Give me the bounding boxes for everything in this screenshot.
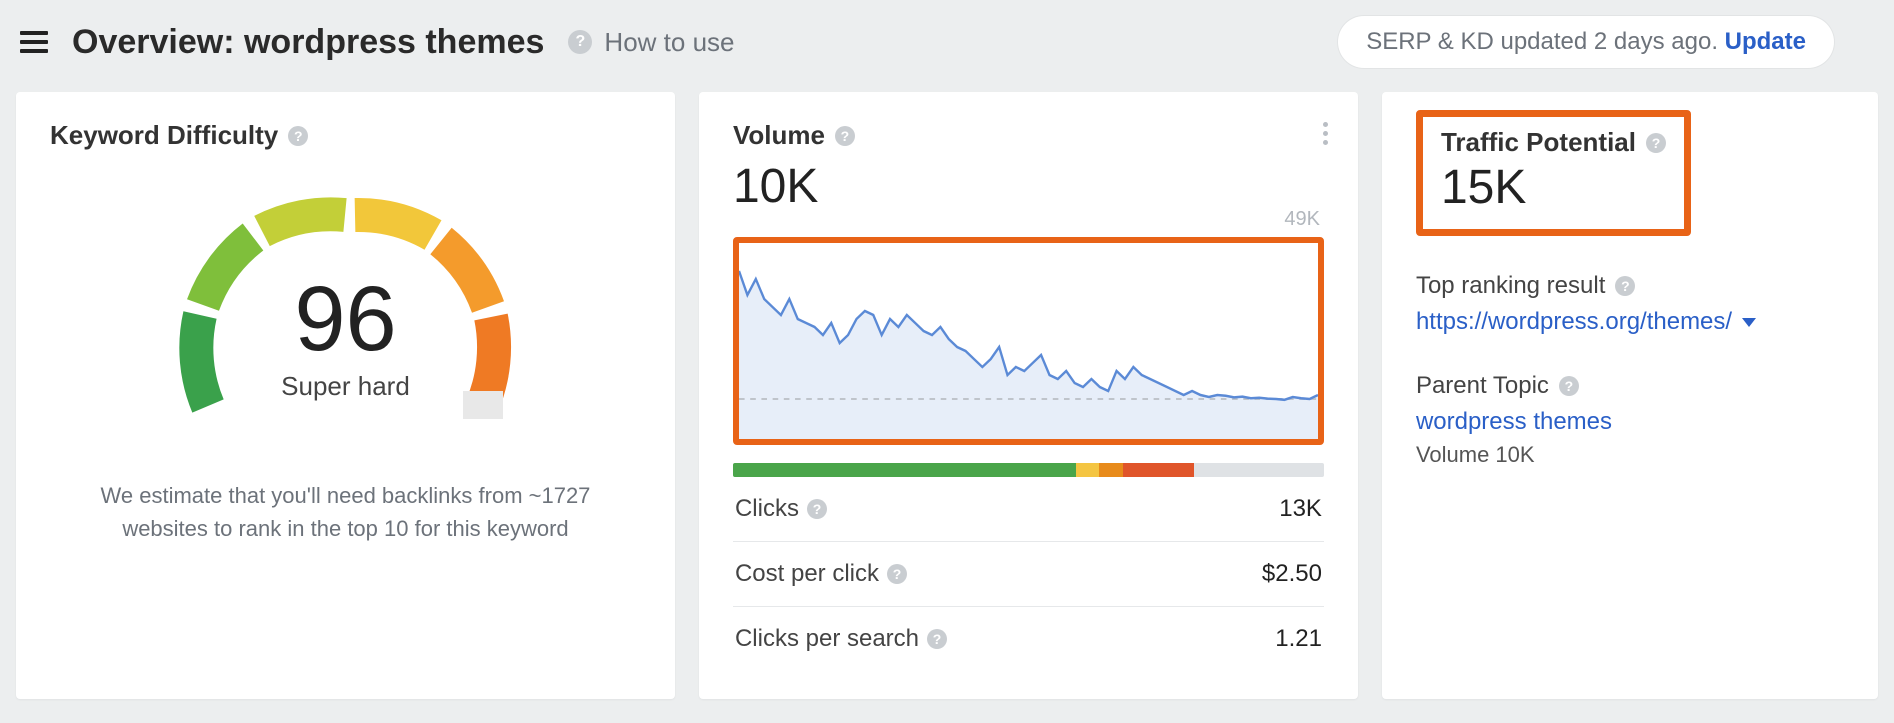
stat-row-clicks: Clicks ? 13K bbox=[733, 477, 1324, 542]
help-icon[interactable]: ? bbox=[568, 30, 592, 54]
tp-title: Traffic Potential bbox=[1441, 127, 1636, 158]
keyword-difficulty-card: Keyword Difficulty ? 96 Super hard W bbox=[16, 92, 675, 699]
update-link[interactable]: Update bbox=[1725, 28, 1806, 55]
cps-value: 1.21 bbox=[1275, 625, 1322, 653]
top-result-label: Top ranking result bbox=[1416, 272, 1605, 300]
kd-title: Keyword Difficulty bbox=[50, 120, 278, 151]
menu-icon[interactable] bbox=[20, 31, 48, 53]
kd-description: We estimate that you'll need backlinks f… bbox=[50, 479, 641, 545]
how-to-link[interactable]: How to use bbox=[604, 27, 734, 58]
kd-score-label: Super hard bbox=[145, 371, 545, 402]
volume-max-label: 49K bbox=[733, 208, 1324, 231]
traffic-potential-card: Traffic Potential ? 15K Top ranking resu… bbox=[1382, 92, 1878, 699]
volume-card: Volume ? 10K 49K Clicks ? 13K Cost per c… bbox=[699, 92, 1358, 699]
help-icon[interactable]: ? bbox=[1559, 376, 1579, 396]
kd-score: 96 bbox=[145, 267, 545, 372]
kd-gauge: 96 Super hard bbox=[145, 175, 545, 435]
help-icon[interactable]: ? bbox=[927, 629, 947, 649]
volume-trend-chart bbox=[733, 237, 1324, 445]
cpc-value: $2.50 bbox=[1262, 560, 1322, 588]
help-icon[interactable]: ? bbox=[835, 126, 855, 146]
stat-row-cpc: Cost per click ? $2.50 bbox=[733, 542, 1324, 607]
update-status-text: SERP & KD updated 2 days ago. bbox=[1366, 28, 1724, 55]
parent-topic-link[interactable]: wordpress themes bbox=[1416, 408, 1612, 436]
volume-value: 10K bbox=[733, 159, 1324, 214]
chevron-down-icon[interactable] bbox=[1742, 318, 1756, 327]
help-icon[interactable]: ? bbox=[1615, 276, 1635, 296]
stat-row-cps: Clicks per search ? 1.21 bbox=[733, 607, 1324, 671]
traffic-potential-highlight: Traffic Potential ? 15K bbox=[1416, 110, 1691, 236]
volume-title: Volume bbox=[733, 120, 825, 151]
tp-value: 15K bbox=[1441, 160, 1666, 215]
cpc-label: Cost per click bbox=[735, 560, 879, 588]
clicks-value: 13K bbox=[1279, 495, 1322, 523]
help-icon[interactable]: ? bbox=[288, 126, 308, 146]
parent-topic-label: Parent Topic bbox=[1416, 372, 1549, 400]
help-icon[interactable]: ? bbox=[1646, 133, 1666, 153]
parent-topic-volume: Volume 10K bbox=[1416, 442, 1844, 468]
page-title: Overview: wordpress themes bbox=[72, 23, 544, 62]
clicks-label: Clicks bbox=[735, 495, 799, 523]
more-icon[interactable] bbox=[1323, 122, 1328, 145]
top-result-url[interactable]: https://wordpress.org/themes/ bbox=[1416, 308, 1732, 336]
update-pill[interactable]: SERP & KD updated 2 days ago. Update bbox=[1338, 16, 1834, 68]
help-icon[interactable]: ? bbox=[807, 499, 827, 519]
help-icon[interactable]: ? bbox=[887, 564, 907, 584]
cps-label: Clicks per search bbox=[735, 625, 919, 653]
volume-distribution-bar bbox=[733, 463, 1324, 477]
